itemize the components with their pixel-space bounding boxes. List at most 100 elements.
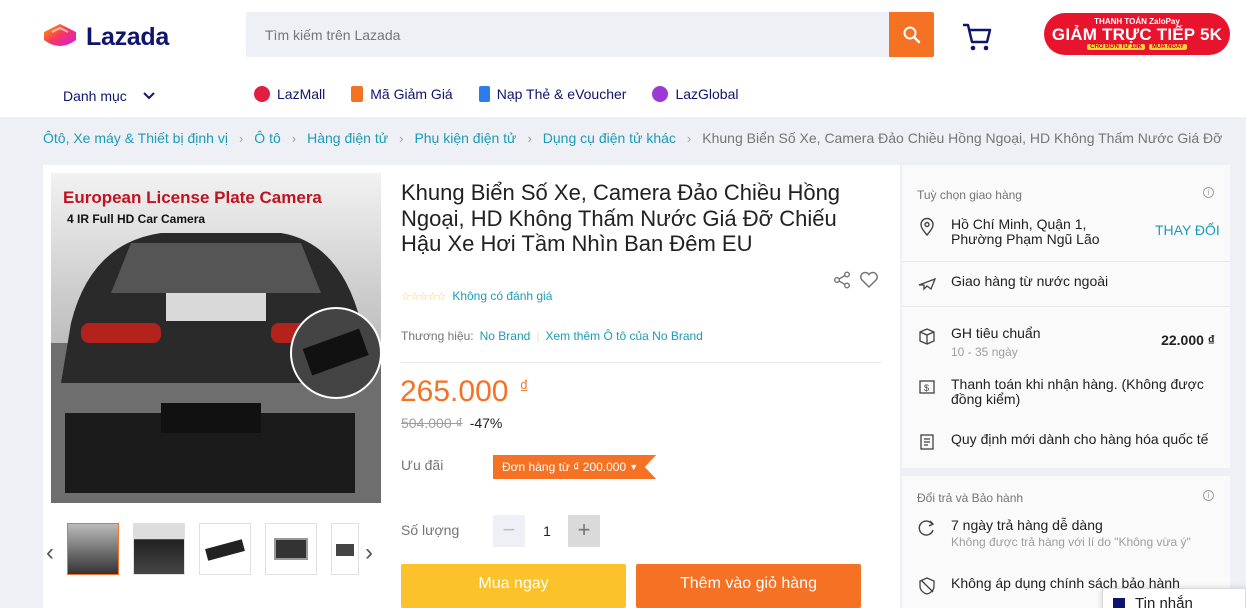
- offers-row: Ưu đãi Đơn hàng từ ₫ 200.000 ▼: [401, 455, 657, 479]
- category-label: Danh mục: [63, 88, 127, 104]
- chevron-right-icon[interactable]: ›: [365, 539, 373, 567]
- chevron-left-icon[interactable]: ‹: [46, 539, 54, 567]
- nav-vouchers[interactable]: Mã Giảm Giá: [351, 86, 453, 102]
- breadcrumb-link[interactable]: Ôtô, Xe máy & Thiết bị định vị: [43, 130, 228, 146]
- brand-link[interactable]: No Brand: [480, 329, 531, 343]
- international-policy: Quy định mới dành cho hàng hóa quốc tế: [917, 432, 1217, 452]
- original-price-row: 504.000 ₫ -47%: [401, 415, 502, 431]
- globe-icon: [652, 86, 669, 102]
- plane-icon: [918, 277, 937, 291]
- thumbnail-strip: ‹ ›: [43, 513, 388, 583]
- chevron-right-icon: ›: [291, 130, 297, 146]
- voucher-tag[interactable]: Đơn hàng từ ₫ 200.000 ▼: [493, 455, 657, 479]
- cash-on-delivery: $ Thanh toán khi nhận hàng. (Không được …: [917, 377, 1217, 407]
- delivery-heading: Tuỳ chọn giao hàng: [917, 188, 1022, 202]
- share-icon[interactable]: [833, 271, 851, 289]
- promo-cta: MUA NGAY: [1148, 44, 1187, 50]
- thumbnail[interactable]: [265, 523, 317, 575]
- search-input[interactable]: [246, 12, 889, 57]
- quantity-increase-button[interactable]: +: [568, 515, 600, 547]
- shipping-fee: 22.000 ₫: [1161, 332, 1215, 348]
- overseas-shipping: Giao hàng từ nước ngoài: [917, 274, 1217, 294]
- package-icon: [919, 328, 935, 345]
- price: 265.000 ₫: [400, 375, 529, 409]
- document-icon: [920, 434, 934, 450]
- return-arrow-icon: [918, 520, 935, 536]
- caret-down-icon: ▼: [629, 462, 639, 472]
- breadcrumb-current: Khung Biển Số Xe, Camera Đảo Chiều Hồng …: [702, 130, 1223, 146]
- info-icon[interactable]: i: [1203, 187, 1214, 198]
- lazmall-icon: [254, 86, 270, 102]
- svg-text:European License Plate Camera: European License Plate Camera: [63, 188, 322, 207]
- brand-row: Thương hiệu: No Brand | Xem thêm Ô tô củ…: [401, 329, 703, 343]
- logo-text: Lazada: [86, 22, 169, 51]
- quantity-decrease-button[interactable]: −: [493, 515, 525, 547]
- nav-label: LazGlobal: [675, 86, 739, 102]
- lazada-logo[interactable]: Lazada: [42, 22, 169, 52]
- nav-lazglobal[interactable]: LazGlobal: [652, 86, 738, 102]
- chat-button[interactable]: Tin nhắn: [1102, 588, 1246, 608]
- thumbnail[interactable]: [331, 523, 359, 575]
- breadcrumb-link[interactable]: Ô tô: [254, 130, 280, 146]
- chat-icon: [1113, 598, 1125, 608]
- breadcrumb-link[interactable]: Dụng cụ điện tử khác: [543, 130, 676, 146]
- cart-button[interactable]: [961, 22, 993, 57]
- product-rating: ☆☆☆☆☆ Không có đánh giá: [401, 289, 552, 303]
- cash-icon: $: [919, 380, 935, 394]
- search-bar: [246, 12, 889, 57]
- change-location-link[interactable]: THAY ĐỔI: [1155, 222, 1220, 238]
- svg-text:4 IR Full HD Car Camera: 4 IR Full HD Car Camera: [67, 212, 205, 226]
- breadcrumb-link[interactable]: Hàng điện tử: [307, 130, 388, 146]
- nav-label: Mã Giảm Giá: [370, 86, 453, 102]
- original-price: 504.000 ₫: [401, 415, 463, 431]
- chevron-right-icon: ›: [238, 130, 244, 146]
- location-line-1: Hồ Chí Minh, Quận 1,: [951, 216, 1087, 232]
- info-icon[interactable]: i: [1203, 490, 1214, 501]
- zalopay-promo-banner[interactable]: THANH TOÁN ZaloPay GIẢM TRỰC TIẾP 5K CHO…: [1044, 13, 1230, 55]
- phone-card-icon: [478, 86, 490, 102]
- return-days-text: 7 ngày trả hàng dễ dàng: [951, 517, 1103, 533]
- share-like-group: [833, 271, 879, 289]
- buy-now-button[interactable]: Mua ngay: [401, 564, 626, 608]
- lazada-heart-icon: [44, 24, 76, 46]
- nav-label: Nạp Thẻ & eVoucher: [496, 86, 627, 102]
- voucher-tag-text: Đơn hàng từ ₫ 200.000: [502, 460, 627, 474]
- nav-topup[interactable]: Nạp Thẻ & eVoucher: [478, 86, 627, 102]
- chevron-down-icon: [143, 92, 155, 100]
- heart-icon[interactable]: [859, 271, 879, 289]
- divider: [902, 261, 1230, 262]
- brand-more-link[interactable]: Xem thêm Ô tô của No Brand: [545, 329, 702, 343]
- rating-link[interactable]: Không có đánh giá: [452, 289, 552, 303]
- location-pin-icon: [920, 217, 934, 237]
- standard-delivery-text: GH tiêu chuẩn: [951, 325, 1041, 341]
- site-header: Lazada THANH TOÁN ZaloPay GIẢM TRỰC TIẾP…: [0, 0, 1246, 117]
- location-line-2: Phường Phạm Ngũ Lão: [951, 231, 1100, 247]
- overseas-text: Giao hàng từ nước ngoài: [951, 273, 1109, 289]
- standard-delivery-days: 10 - 35 ngày: [951, 345, 1018, 359]
- section-gap: [902, 468, 1230, 476]
- quantity-label: Số lượng: [401, 522, 460, 538]
- category-menu[interactable]: Danh mục: [63, 88, 155, 104]
- product-main-image[interactable]: European License Plate Camera 4 IR Full …: [51, 173, 381, 503]
- brand-divider: |: [536, 329, 540, 343]
- add-to-cart-button[interactable]: Thêm vào giỏ hàng: [636, 564, 861, 608]
- quantity-value[interactable]: 1: [535, 515, 559, 547]
- shield-off-icon: [919, 577, 935, 595]
- promo-main-text: GIẢM TRỰC TIẾP 5K: [1051, 25, 1223, 44]
- returns-heading: Đổi trả và Bảo hành: [917, 491, 1024, 505]
- search-button[interactable]: [889, 12, 934, 57]
- breadcrumb-link[interactable]: Phụ kiện điện tử: [414, 130, 516, 146]
- discount-percent: -47%: [469, 415, 503, 431]
- svg-text:$: $: [924, 383, 929, 393]
- brand-label: Thương hiệu:: [401, 329, 474, 343]
- price-currency: ₫: [519, 377, 529, 397]
- rating-stars: ☆☆☆☆☆: [401, 290, 446, 303]
- thumbnail[interactable]: [67, 523, 119, 575]
- offers-label: Ưu đãi: [401, 457, 444, 473]
- divider: [401, 362, 881, 363]
- thumbnail[interactable]: [133, 523, 185, 575]
- nav-lazmall[interactable]: LazMall: [254, 86, 325, 102]
- top-nav: LazMall Mã Giảm Giá Nạp Thẻ & eVoucher L…: [254, 86, 764, 102]
- thumbnail[interactable]: [199, 523, 251, 575]
- policy-text[interactable]: Quy định mới dành cho hàng hóa quốc tế: [951, 432, 1208, 447]
